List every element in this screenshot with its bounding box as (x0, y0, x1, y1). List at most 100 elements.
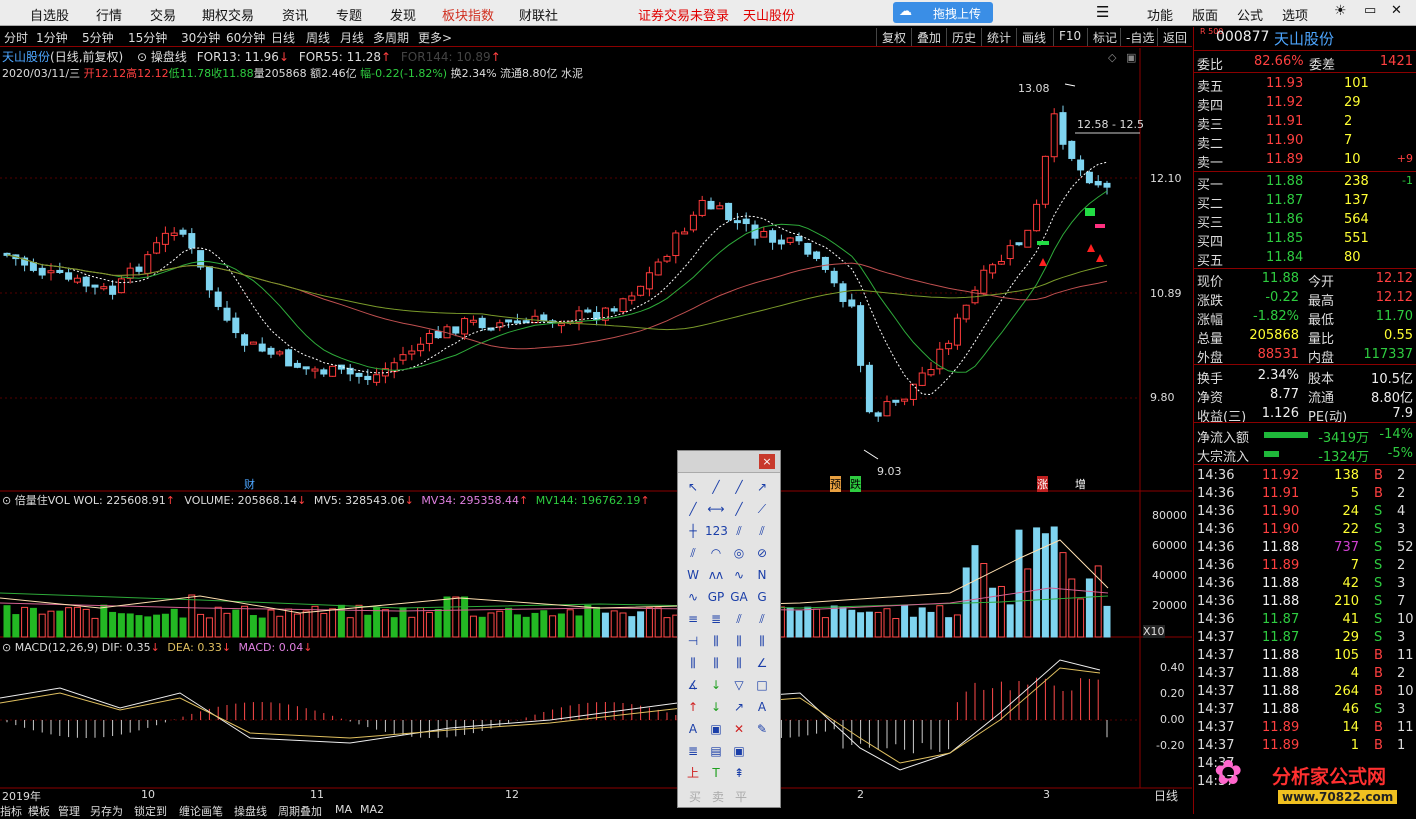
upload-button[interactable]: ☁ 拖拽上传 (893, 2, 993, 23)
draw-tool-icon[interactable]: ╱ (728, 499, 750, 519)
menu-trade[interactable]: 交易 (150, 5, 176, 24)
btn-stats[interactable]: 统计 (981, 28, 1016, 46)
draw-tool-icon[interactable]: ʌʌ (705, 565, 727, 585)
period-daily[interactable]: 日线 (271, 29, 295, 46)
palette-flat-tool[interactable]: 平 (735, 788, 747, 805)
event-marker[interactable]: 增 (1075, 476, 1086, 492)
menu-news[interactable]: 资讯 (282, 5, 308, 24)
btn-mark[interactable]: 标记 (1087, 28, 1122, 46)
menu-discover[interactable]: 发现 (390, 5, 416, 24)
btn-restore-rights[interactable]: 复权 (876, 28, 911, 46)
bottom-tab[interactable]: 操盘线 (234, 803, 267, 819)
bottom-tab[interactable]: 锁定到 (134, 803, 167, 819)
draw-tool-icon[interactable]: ▣ (728, 741, 750, 761)
draw-tool-icon[interactable]: W (682, 565, 704, 585)
draw-tool-icon[interactable]: ⟋ (751, 499, 773, 519)
draw-tool-icon[interactable]: ⫽ (751, 609, 773, 629)
draw-tool-icon[interactable]: ⫼ (728, 631, 750, 651)
draw-tool-icon[interactable]: □ (751, 675, 773, 695)
draw-tool-icon[interactable]: ∿ (728, 565, 750, 585)
draw-tool-icon[interactable]: ≣ (705, 609, 727, 629)
draw-tool-icon[interactable]: ⫽ (728, 521, 750, 541)
draw-tool-icon[interactable]: ⫽ (728, 609, 750, 629)
stock-code[interactable]: 000877 (1216, 29, 1269, 45)
period-1min[interactable]: 1分钟 (36, 29, 68, 46)
draw-tool-icon[interactable]: ⫽ (682, 543, 704, 563)
menu-layout[interactable]: 版面 (1192, 5, 1218, 24)
period-more[interactable]: 更多> (418, 29, 452, 46)
stock-name[interactable]: 天山股份 (1274, 28, 1334, 49)
draw-tool-icon[interactable]: ╱ (728, 477, 750, 497)
expand-icon[interactable]: ⊙ (2, 494, 11, 507)
period-15min[interactable]: 15分钟 (128, 29, 167, 46)
palette-buy-tool[interactable]: 买 (689, 788, 701, 805)
btn-back[interactable]: 返回 (1157, 28, 1192, 46)
draw-tool-icon[interactable]: ▽ (728, 675, 750, 695)
menu-function[interactable]: 功能 (1147, 5, 1173, 24)
period-weekly[interactable]: 周线 (306, 29, 330, 46)
draw-tool-icon[interactable]: ≣ (682, 741, 704, 761)
chart-diamond-icon[interactable]: ◇ (1108, 51, 1116, 64)
macd-indicator-name[interactable]: MACD(12,26,9) (15, 641, 99, 654)
draw-tool-icon[interactable]: ∠ (751, 653, 773, 673)
palette-titlebar[interactable]: × (678, 451, 780, 473)
draw-tool-icon[interactable]: GP (705, 587, 727, 607)
draw-tool-icon[interactable]: 123 (705, 521, 728, 541)
period-timeshare[interactable]: 分时 (4, 29, 28, 46)
event-marker[interactable]: 跌 (850, 476, 861, 492)
draw-tool-icon[interactable]: ⫼ (728, 653, 750, 673)
draw-tool-icon[interactable]: ↗ (728, 697, 750, 717)
draw-tool-icon[interactable]: ⇞ (728, 763, 750, 783)
draw-tool-icon[interactable]: ▤ (705, 741, 727, 761)
menu-quotes[interactable]: 行情 (96, 5, 122, 24)
bottom-tab[interactable]: MA (335, 803, 352, 816)
volume-scale-label[interactable]: X10 (1143, 625, 1165, 638)
volume-indicator-name[interactable]: 倍量住VOL (15, 494, 70, 507)
draw-tool-icon[interactable]: T (705, 763, 727, 783)
palette-close-icon[interactable]: × (759, 454, 775, 469)
event-marker[interactable]: 预 (830, 476, 841, 492)
period-60min[interactable]: 60分钟 (226, 29, 265, 46)
palette-sell-tool[interactable]: 卖 (712, 788, 724, 805)
period-monthly[interactable]: 月线 (340, 29, 364, 46)
btn-remove-watch[interactable]: -自选 (1120, 28, 1159, 46)
draw-tool-icon[interactable]: GA (728, 587, 750, 607)
event-marker[interactable]: 涨 (1037, 476, 1048, 492)
draw-tool-icon[interactable]: ⟷ (705, 499, 727, 519)
minimize-icon[interactable]: ▭ (1364, 3, 1376, 18)
indicator-name[interactable]: 操盘线 (151, 50, 187, 64)
list-menu-icon[interactable]: ☰ (1096, 3, 1109, 21)
draw-tool-icon[interactable]: ↓ (705, 675, 727, 695)
period-indicator[interactable]: 日线 (1154, 787, 1178, 804)
bottom-tab[interactable]: 周期叠加 (278, 803, 322, 819)
draw-tool-icon[interactable]: ╱ (682, 499, 704, 519)
bottom-tab[interactable]: 另存为 (90, 803, 123, 819)
kline-chart-svg[interactable] (0, 48, 1192, 803)
period-multi[interactable]: 多周期 (373, 29, 409, 46)
draw-tool-icon[interactable]: ▣ (705, 719, 727, 739)
draw-tool-icon[interactable]: ◠ (705, 543, 727, 563)
btn-draw[interactable]: 画线 (1016, 28, 1051, 46)
draw-tool-icon[interactable]: ┼ (682, 521, 704, 541)
bottom-tab[interactable]: 指标 (0, 803, 22, 819)
draw-tool-icon[interactable]: ↓ (705, 697, 727, 717)
draw-tool-icon[interactable]: ↗ (751, 477, 773, 497)
login-notice[interactable]: 证券交易未登录 (638, 5, 729, 24)
theme-icon[interactable]: ☀ (1334, 3, 1347, 19)
menu-watchlist[interactable]: 自选股 (30, 5, 69, 24)
draw-tool-icon[interactable]: ⫼ (705, 653, 727, 673)
bottom-tab[interactable]: 管理 (58, 803, 80, 819)
menu-formula[interactable]: 公式 (1237, 5, 1263, 24)
draw-tool-icon[interactable]: ⫼ (682, 653, 704, 673)
menu-options[interactable]: 期权交易 (202, 5, 254, 24)
btn-overlay[interactable]: 叠加 (911, 28, 946, 46)
draw-tool-icon[interactable]: ✕ (728, 719, 750, 739)
bottom-tab[interactable]: 模板 (28, 803, 50, 819)
draw-tool-icon[interactable]: A (682, 719, 704, 739)
period-5min[interactable]: 5分钟 (82, 29, 114, 46)
btn-history[interactable]: 历史 (946, 28, 981, 46)
draw-tool-icon[interactable]: ↖ (682, 477, 704, 497)
draw-tool-icon[interactable]: ∡ (682, 675, 704, 695)
event-marker[interactable]: 财 (244, 476, 255, 492)
draw-tool-icon[interactable]: 上 (682, 763, 704, 783)
